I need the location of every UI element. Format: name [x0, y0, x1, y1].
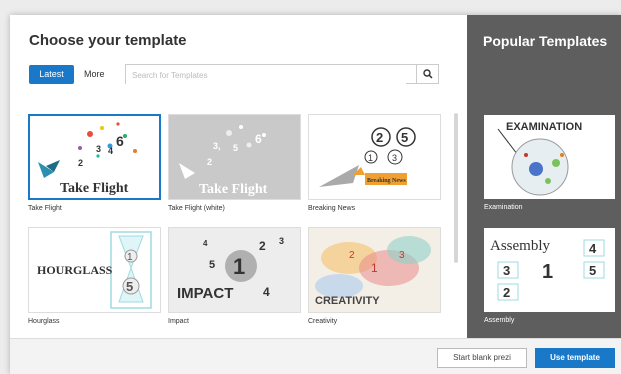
template-label: Assembly [484, 317, 515, 324]
template-thumbnail: 1 4 2 3 5 4 IMPACT [168, 227, 301, 313]
thumb-text: Take Flight [199, 182, 268, 197]
popular-card-assembly[interactable]: Assembly 4 3 1 5 2 Assembly [484, 228, 615, 324]
svg-text:4: 4 [263, 285, 270, 299]
tab-more[interactable]: More [84, 65, 105, 84]
thumb-text: Take Flight [60, 181, 129, 196]
use-template-button[interactable]: Use template [535, 348, 615, 368]
template-card-take-flight[interactable]: 6 3 4 2 Take Flight Take Flight [28, 114, 161, 212]
svg-text:3: 3 [96, 144, 101, 154]
template-label: Examination [484, 204, 523, 211]
template-thumbnail: 6 3 4 2 Take Flight [28, 114, 161, 200]
svg-text:2: 2 [503, 285, 510, 300]
svg-text:2: 2 [376, 130, 383, 145]
svg-text:6: 6 [116, 133, 124, 149]
svg-text:4: 4 [589, 241, 597, 256]
svg-text:5: 5 [209, 259, 215, 271]
template-browser: Choose your template Latest More 6 3 4 [10, 15, 467, 338]
svg-text:6: 6 [255, 132, 262, 146]
svg-text:5: 5 [401, 130, 408, 145]
search-input[interactable] [126, 66, 406, 85]
svg-text:1: 1 [233, 254, 245, 279]
template-thumbnail: 2 5 1 3 Breaking News [308, 114, 441, 200]
search-button[interactable] [416, 65, 438, 83]
thumb-text: Breaking News [367, 178, 406, 184]
search-icon [422, 69, 433, 79]
svg-text:3: 3 [503, 263, 510, 278]
start-blank-button[interactable]: Start blank prezi [437, 348, 527, 368]
thumb-text: IMPACT [177, 285, 233, 302]
template-label: Breaking News [308, 205, 356, 212]
template-thumbnail: 6 3, 5 2 Take Flight [168, 114, 301, 200]
svg-text:4: 4 [108, 146, 113, 156]
template-label: Creativity [308, 318, 338, 325]
popular-panel: Popular Templates EXAMINATION Examinatio… [467, 15, 621, 338]
tab-latest[interactable]: Latest [29, 65, 74, 84]
search-box [125, 64, 439, 85]
template-card-hourglass[interactable]: 1 5 HOURGLASS Hourglass [28, 227, 161, 325]
dialog-title: Choose your template [29, 32, 187, 49]
svg-text:1: 1 [542, 261, 553, 283]
template-thumbnail: Assembly 4 3 1 5 2 [484, 228, 615, 312]
thumb-text: Assembly [490, 238, 551, 254]
svg-text:5: 5 [589, 263, 596, 278]
svg-text:3: 3 [399, 250, 405, 261]
svg-text:3: 3 [392, 153, 397, 163]
thumb-text: CREATIVITY [315, 295, 380, 307]
dialog-footer: Start blank prezi Use template [10, 338, 621, 374]
scrollbar[interactable] [454, 113, 458, 263]
template-card-breaking-news[interactable]: 2 5 1 3 Breaking News Breaking News [308, 114, 441, 212]
svg-text:3: 3 [279, 236, 284, 246]
svg-text:3,: 3, [213, 141, 221, 151]
template-thumbnail: 1 5 HOURGLASS [28, 227, 161, 313]
template-thumbnail: EXAMINATION [484, 115, 615, 199]
template-card-take-flight-white[interactable]: 6 3, 5 2 Take Flight Take Flight (white) [168, 114, 301, 212]
template-dialog: Choose your template Latest More 6 3 4 [10, 15, 621, 374]
popular-card-examination[interactable]: EXAMINATION Examination [484, 115, 615, 211]
popular-title: Popular Templates [483, 33, 608, 49]
template-card-impact[interactable]: 1 4 2 3 5 4 IMPACT Impact [168, 227, 301, 325]
svg-text:1: 1 [371, 261, 378, 275]
thumb-text: EXAMINATION [506, 121, 582, 133]
template-card-creativity[interactable]: 2 1 3 CREATIVITY Creativity [308, 227, 441, 325]
thumb-text: HOURGLASS [37, 263, 113, 277]
svg-text:2: 2 [78, 158, 83, 168]
template-label: Hourglass [28, 318, 60, 325]
svg-text:5: 5 [233, 143, 238, 153]
svg-text:1: 1 [127, 252, 133, 263]
svg-text:2: 2 [259, 239, 266, 253]
svg-text:1: 1 [368, 153, 373, 163]
svg-text:2: 2 [349, 250, 355, 261]
template-label: Take Flight [28, 205, 62, 212]
template-label: Take Flight (white) [168, 205, 225, 212]
svg-text:2: 2 [207, 157, 212, 167]
svg-text:5: 5 [126, 279, 133, 294]
template-label: Impact [168, 318, 190, 325]
svg-text:4: 4 [203, 239, 208, 248]
template-thumbnail: 2 1 3 CREATIVITY [308, 227, 441, 313]
